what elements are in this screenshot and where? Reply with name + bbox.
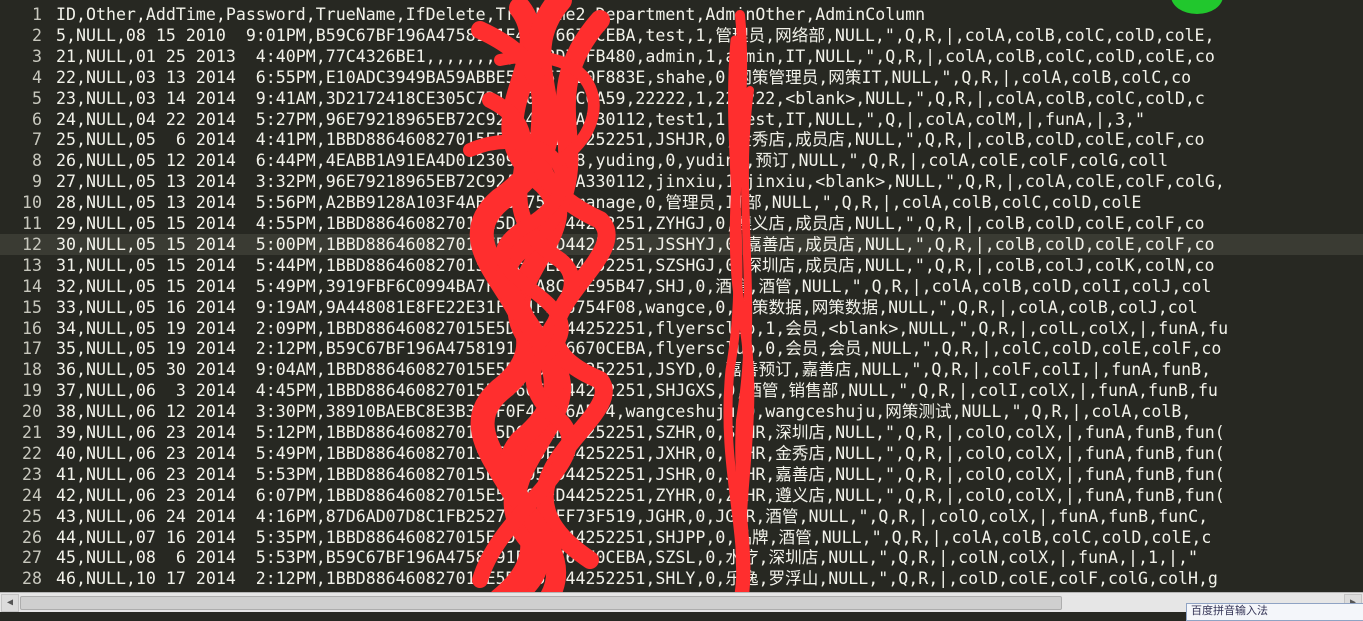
editor-line[interactable]: 11 29,NULL,05 15 2014 4:55PM,1BBD88646082… [0,213,1363,234]
line-number: 15 [22,297,42,317]
line-number: 24 [22,485,42,505]
line-text[interactable]: 40,NULL,06 23 2014 5:49PM,1BBD8864608270… [56,443,1225,464]
editor-line[interactable]: 26 44,NULL,07 16 2014 5:35PM,1BBD88646082… [0,527,1363,548]
line-text[interactable]: 43,NULL,06 24 2014 4:16PM,87D6AD07D8C1FB… [56,506,1208,527]
line-number: 19 [22,381,42,401]
line-text[interactable]: 38,NULL,06 12 2014 3:30PM,38910BAEBC8E3B… [56,401,1191,422]
line-text[interactable]: 21,NULL,01 25 2013 4:40PM,77C4326BE1,,,,… [56,46,1215,67]
line-text[interactable]: 5,NULL,08 15 2010 9:01PM,B59C67BF196A475… [56,25,1215,46]
editor-line[interactable]: 5 23,NULL,03 14 2014 9:41AM,3D2172418CE30… [0,88,1363,109]
editor-line[interactable]: 25 43,NULL,06 24 2014 4:16PM,87D6AD07D8C1… [0,506,1363,527]
line-number: 5 [32,88,42,108]
editor-line[interactable]: 18 36,NULL,05 30 2014 9:04AM,1BBD88646082… [0,359,1363,380]
line-number: 13 [22,255,42,275]
line-number: 17 [22,339,42,359]
line-number: 18 [22,360,42,380]
line-text[interactable]: ID,Other,AddTime,Password,TrueName,IfDel… [56,4,925,25]
line-text[interactable]: 24,NULL,04 22 2014 5:27PM,96E79218965EB7… [56,109,1145,130]
editor-line[interactable]: 27 45,NULL,08 6 2014 5:53PM,B59C67BF196A4… [0,547,1363,568]
line-text[interactable]: 32,NULL,05 15 2014 5:49PM,3919FBF6C0994B… [56,276,1211,297]
editor-line[interactable]: 20 38,NULL,06 12 2014 3:30PM,38910BAEBC8E… [0,401,1363,422]
line-text[interactable]: 37,NULL,06 3 2014 4:45PM,1BBD88646082701… [56,380,1218,401]
line-text[interactable]: 25,NULL,05 6 2014 4:41PM,1BBD88646082701… [56,129,1205,150]
line-text[interactable]: 35,NULL,05 19 2014 2:12PM,B59C67BF196A47… [56,338,1221,359]
line-number: 1 [32,5,42,24]
line-number: 21 [22,423,42,442]
line-number: 26 [22,527,42,547]
line-text[interactable]: 33,NULL,05 16 2014 9:19AM,9A448081E8FE22… [56,297,1198,318]
line-number: 25 [22,506,42,526]
line-text[interactable]: 34,NULL,05 19 2014 2:09PM,1BBD8864608270… [56,318,1228,339]
editor-line[interactable]: 13 31,NULL,05 15 2014 5:44PM,1BBD88646082… [0,255,1363,276]
line-text[interactable]: 28,NULL,05 13 2014 5:56PM,A2BB9128A103F4… [56,192,1141,213]
line-text[interactable]: 29,NULL,05 15 2014 4:55PM,1BBD8864608270… [56,213,1205,234]
editor-line[interactable]: 3 21,NULL,01 25 2013 4:40PM,77C4326BE1,,,… [0,46,1363,67]
line-text[interactable]: 41,NULL,06 23 2014 5:53PM,1BBD8864608270… [56,464,1225,485]
horizontal-scrollbar[interactable]: ◀ ▶ [0,592,1363,612]
editor-line[interactable]: 24 42,NULL,06 23 2014 6:07PM,1BBD88646082… [0,485,1363,506]
line-number: 7 [32,130,42,150]
editor-line[interactable]: 14 32,NULL,05 15 2014 5:49PM,3919FBF6C099… [0,276,1363,297]
line-text[interactable]: 26,NULL,05 12 2014 6:44PM,4EABB1A91EA4D0… [56,150,1168,171]
line-number: 22 [22,443,42,463]
line-text[interactable]: 44,NULL,07 16 2014 5:35PM,1BBD8864608270… [56,527,1211,548]
line-number: 6 [32,109,42,129]
editor-line[interactable]: 6 24,NULL,04 22 2014 5:27PM,96E79218965EB… [0,109,1363,130]
line-text[interactable]: 23,NULL,03 14 2014 9:41AM,3D2172418CE305… [56,88,1205,109]
editor-line[interactable]: 23 41,NULL,06 23 2014 5:53PM,1BBD88646082… [0,464,1363,485]
scroll-left-arrow-icon[interactable]: ◀ [1,594,19,612]
editor-line[interactable]: 22 40,NULL,06 23 2014 5:49PM,1BBD88646082… [0,443,1363,464]
editor-line[interactable]: 7 25,NULL,05 6 2014 4:41PM,1BBD8864608270… [0,129,1363,150]
editor-line[interactable]: 15 33,NULL,05 16 2014 9:19AM,9A448081E8FE… [0,297,1363,318]
line-number: 27 [22,548,42,568]
line-number: 12 [22,234,42,254]
editor-line[interactable]: 1 ID,Other,AddTime,Password,TrueName,IfDe… [0,4,1363,25]
editor-line[interactable]: 8 26,NULL,05 12 2014 6:44PM,4EABB1A91EA4D… [0,150,1363,171]
editor-text-area[interactable]: 1 ID,Other,AddTime,Password,TrueName,IfDe… [0,0,1363,592]
ime-toolbar-badge[interactable]: 百度拼音输入法 [1186,603,1363,621]
editor-line[interactable]: 9 27,NULL,05 13 2014 3:32PM,96E79218965EB… [0,171,1363,192]
line-number: 16 [22,318,42,338]
line-text[interactable]: 31,NULL,05 15 2014 5:44PM,1BBD8864608270… [56,255,1215,276]
line-number: 10 [22,193,42,213]
editor-line[interactable]: 17 35,NULL,05 19 2014 2:12PM,B59C67BF196A… [0,338,1363,359]
editor-line[interactable]: 4 22,NULL,03 13 2014 6:55PM,E10ADC3949BA5… [0,67,1363,88]
line-text[interactable]: 30,NULL,05 15 2014 5:00PM,1BBD8864608270… [56,234,1215,255]
editor-line[interactable]: 2 5,NULL,08 15 2010 9:01PM,B59C67BF196A47… [0,25,1363,46]
line-number: 14 [22,276,42,296]
line-number: 8 [32,151,42,171]
editor-line[interactable]: 12 30,NULL,05 15 2014 5:00PM,1BBD88646082… [0,233,1363,255]
line-number: 9 [32,172,42,192]
editor-line[interactable]: 28 46,NULL,10 17 2014 2:12PM,1BBD88646082… [0,568,1363,589]
editor-line[interactable]: 21 39,NULL,06 23 2014 5:12PM,1BBD88646082… [0,422,1363,443]
line-number: 28 [22,569,42,589]
line-number: 23 [22,464,42,484]
line-number: 3 [32,46,42,66]
line-text[interactable]: 27,NULL,05 13 2014 3:32PM,96E79218965EB7… [56,171,1225,192]
editor-line[interactable]: 10 28,NULL,05 13 2014 5:56PM,A2BB9128A103… [0,192,1363,213]
line-text[interactable]: 36,NULL,05 30 2014 9:04AM,1BBD8864608270… [56,359,1211,380]
line-text[interactable]: 39,NULL,06 23 2014 5:12PM,1BBD8864608270… [56,422,1225,443]
line-number: 20 [22,402,42,422]
editor-line[interactable]: 19 37,NULL,06 3 2014 4:45PM,1BBD886460827… [0,380,1363,401]
line-number: 2 [32,25,42,45]
line-text[interactable]: 46,NULL,10 17 2014 2:12PM,1BBD8864608270… [56,568,1218,589]
editor-line[interactable]: 16 34,NULL,05 19 2014 2:09PM,1BBD88646082… [0,318,1363,339]
line-text[interactable]: 45,NULL,08 6 2014 5:53PM,B59C67BF196A475… [56,547,1198,568]
line-text[interactable]: 22,NULL,03 13 2014 6:55PM,E10ADC3949BA59… [56,67,1191,88]
line-number: 4 [32,67,42,87]
scroll-thumb[interactable] [20,596,1062,610]
line-text[interactable]: 42,NULL,06 23 2014 6:07PM,1BBD8864608270… [56,485,1225,506]
line-number: 11 [22,214,42,233]
